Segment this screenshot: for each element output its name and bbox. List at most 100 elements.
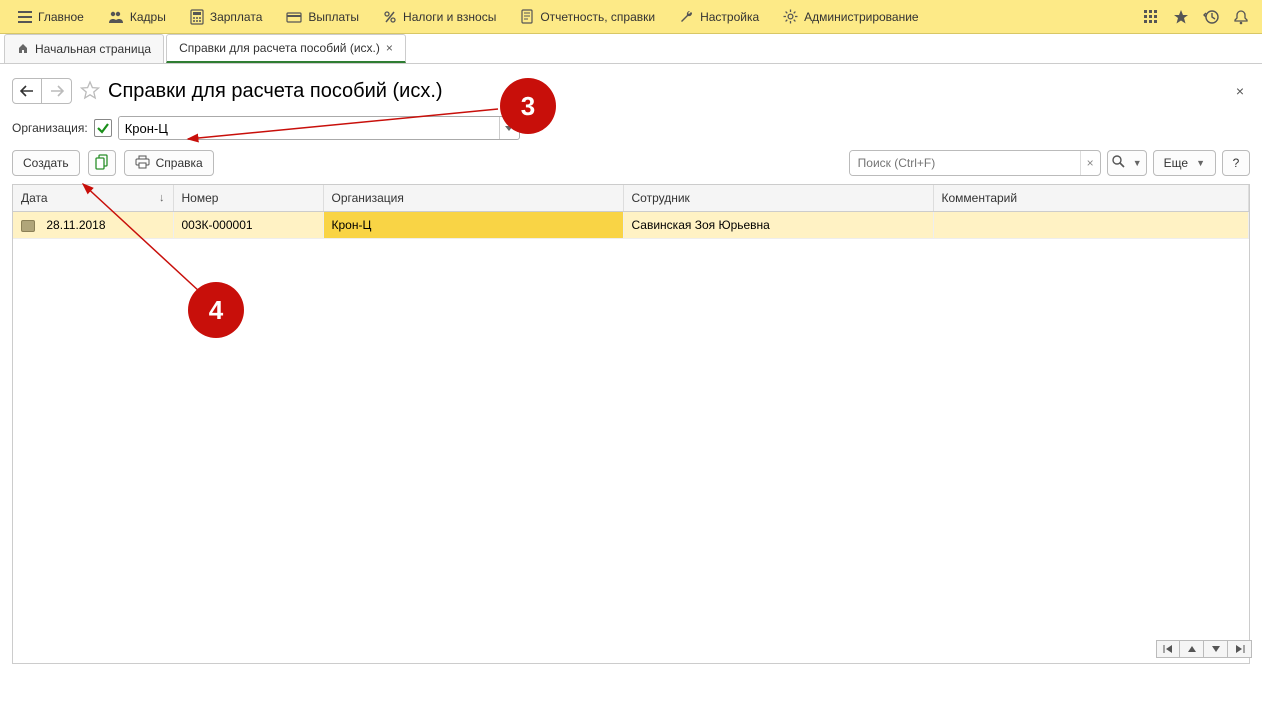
printer-icon [135, 155, 150, 172]
cell-comment [933, 212, 1249, 239]
magnifier-icon [1112, 155, 1125, 171]
search-input[interactable] [850, 151, 1080, 175]
search-menu-button[interactable]: ▼ [1107, 150, 1147, 176]
topmenu-label: Администрирование [804, 10, 918, 24]
topmenu-item-admin[interactable]: Администрирование [771, 0, 930, 33]
topmenu-label: Главное [38, 10, 84, 24]
create-copy-button[interactable] [88, 150, 116, 176]
tab-label: Начальная страница [35, 42, 151, 56]
bookmark-star-icon[interactable] [80, 80, 100, 103]
gear-icon [783, 9, 798, 24]
page-close-icon[interactable]: × [1236, 83, 1244, 99]
nav-back-button[interactable] [12, 78, 42, 104]
page-title: Справки для расчета пособий (исх.) [108, 80, 443, 103]
annotation-badge-4: 4 [188, 282, 244, 338]
pager-last-icon[interactable] [1228, 640, 1252, 658]
pager-up-icon[interactable] [1180, 640, 1204, 658]
apps-grid-icon[interactable] [1142, 8, 1160, 26]
col-header-date[interactable]: Дата ↓ [13, 185, 173, 212]
table-row[interactable]: 28.11.2018 003К-000001 Крон-Ц Савинская … [13, 212, 1249, 239]
pager-first-icon[interactable] [1156, 640, 1180, 658]
pager-down-icon[interactable] [1204, 640, 1228, 658]
badge-number: 3 [521, 91, 535, 122]
tab-home[interactable]: Начальная страница [4, 34, 164, 63]
org-filter-field [118, 116, 520, 140]
col-header-comment[interactable]: Комментарий [933, 185, 1249, 212]
people-icon [108, 9, 124, 25]
toolbar: Создать Справка × ▼ [4, 150, 1258, 184]
topmenu-item-payments[interactable]: Выплаты [274, 0, 371, 33]
top-menu-bar: Главное Кадры Зарплата Выплаты Налоги и … [0, 0, 1262, 34]
org-filter-checkbox[interactable] [94, 119, 112, 137]
page-content: Справки для расчета пособий (исх.) × Орг… [0, 64, 1262, 664]
tab-label: Справки для расчета пособий (исх.) [179, 41, 380, 55]
col-header-label: Комментарий [942, 191, 1018, 205]
tab-strip: Начальная страница Справки для расчета п… [0, 34, 1262, 64]
document-icon [520, 9, 534, 25]
col-header-org[interactable]: Организация [323, 185, 623, 212]
percent-icon [383, 10, 397, 24]
page-header-row: Справки для расчета пособий (исх.) × [4, 64, 1258, 112]
hamburger-icon [18, 11, 32, 23]
col-header-label: Сотрудник [632, 191, 690, 205]
topmenu-item-reports[interactable]: Отчетность, справки [508, 0, 667, 33]
nav-forward-button[interactable] [42, 78, 72, 104]
col-header-label: Организация [332, 191, 404, 205]
top-menu: Главное Кадры Зарплата Выплаты Налоги и … [6, 0, 931, 33]
topmenu-item-taxes[interactable]: Налоги и взносы [371, 0, 508, 33]
cell-number: 003К-000001 [173, 212, 323, 239]
tab-active[interactable]: Справки для расчета пособий (исх.) × [166, 34, 406, 63]
topmenu-label: Настройка [700, 10, 759, 24]
topmenu-label: Кадры [130, 10, 166, 24]
close-tab-icon[interactable]: × [386, 41, 393, 55]
toolbar-right: × ▼ Еще ▼ ? [849, 150, 1250, 176]
topmenu-label: Зарплата [210, 10, 263, 24]
help-button[interactable]: ? [1222, 150, 1250, 176]
col-header-label: Дата [21, 191, 48, 205]
create-button-label: Создать [23, 156, 69, 170]
cell-value: 28.11.2018 [46, 218, 105, 232]
print-button-label: Справка [156, 156, 203, 170]
filter-row: Организация: [4, 112, 1258, 150]
documents-table: Дата ↓ Номер Организация Сотрудник Комме… [12, 184, 1250, 664]
more-button[interactable]: Еще ▼ [1153, 150, 1216, 176]
cell-org: Крон-Ц [323, 212, 623, 239]
topmenu-item-settings[interactable]: Настройка [667, 0, 771, 33]
topmenu-label: Налоги и взносы [403, 10, 496, 24]
nav-buttons [12, 78, 72, 104]
search-clear-icon[interactable]: × [1080, 151, 1100, 175]
table-pager [1156, 640, 1252, 658]
org-filter-input[interactable] [119, 117, 499, 139]
cell-employee: Савинская Зоя Юрьевна [623, 212, 933, 239]
more-button-label: Еще [1164, 156, 1188, 170]
topmenu-label: Выплаты [308, 10, 359, 24]
col-header-employee[interactable]: Сотрудник [623, 185, 933, 212]
top-icons [1142, 8, 1256, 26]
bell-icon[interactable] [1232, 8, 1250, 26]
cell-value: Савинская Зоя Юрьевна [632, 218, 770, 232]
print-button[interactable]: Справка [124, 150, 214, 176]
row-document-icon [21, 220, 35, 232]
caret-down-icon: ▼ [1196, 158, 1205, 168]
calculator-icon [190, 9, 204, 25]
col-header-label: Номер [182, 191, 219, 205]
create-button[interactable]: Создать [12, 150, 80, 176]
caret-down-icon: ▼ [1133, 158, 1142, 168]
topmenu-label: Отчетность, справки [540, 10, 655, 24]
topmenu-item-main[interactable]: Главное [6, 0, 96, 33]
cell-value: Крон-Ц [332, 218, 372, 232]
topmenu-item-personnel[interactable]: Кадры [96, 0, 178, 33]
history-icon[interactable] [1202, 8, 1220, 26]
search-box: × [849, 150, 1101, 176]
badge-number: 4 [209, 295, 223, 326]
wrench-icon [679, 9, 694, 24]
topmenu-item-salary[interactable]: Зарплата [178, 0, 275, 33]
favorite-star-icon[interactable] [1172, 8, 1190, 26]
annotation-badge-3: 3 [500, 78, 556, 134]
help-button-label: ? [1233, 156, 1240, 170]
col-header-number[interactable]: Номер [173, 185, 323, 212]
home-icon [17, 42, 29, 57]
org-filter-label: Организация: [12, 121, 88, 135]
payments-icon [286, 10, 302, 24]
sort-indicator-icon: ↓ [159, 192, 165, 204]
